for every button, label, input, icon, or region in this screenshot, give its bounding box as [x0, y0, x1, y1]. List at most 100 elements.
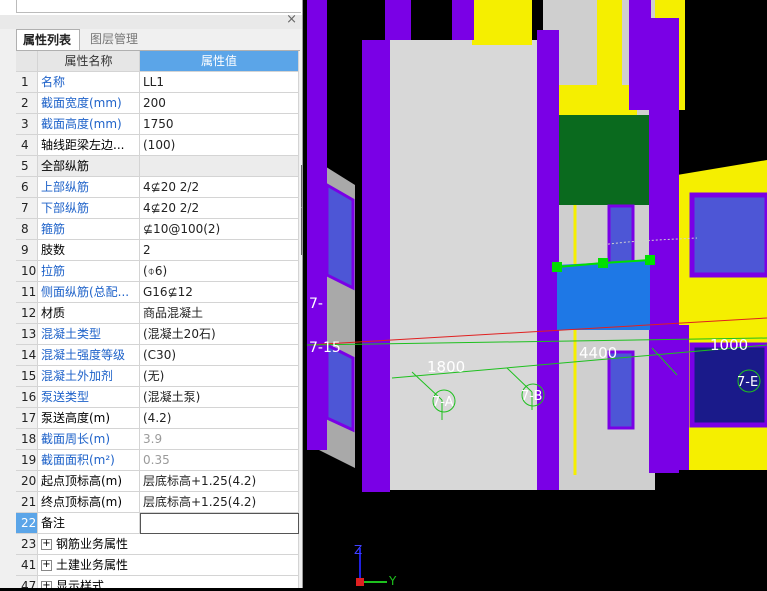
header-value[interactable]: 属性值	[140, 51, 299, 72]
row-number: 13	[16, 324, 38, 345]
property-name[interactable]: + 显示样式	[38, 576, 299, 588]
property-name[interactable]: 截面高度(mm)	[38, 114, 140, 135]
property-value[interactable]: (C30)	[140, 345, 299, 366]
row-number: 17	[16, 408, 38, 429]
property-value[interactable]: 2	[140, 240, 299, 261]
property-name[interactable]: 上部纵筋	[38, 177, 140, 198]
property-value[interactable]: (4.2)	[140, 408, 299, 429]
property-value[interactable]: 层底标高+1.25(4.2)	[140, 492, 299, 513]
tab-property-list[interactable]: 属性列表	[16, 29, 80, 50]
property-row[interactable]: 20 起点顶标高(m) 层底标高+1.25(4.2)	[16, 471, 299, 492]
property-row[interactable]: 1 名称 LL1	[16, 72, 299, 93]
window-right-upper	[689, 192, 767, 278]
header-name[interactable]: 属性名称	[38, 51, 140, 72]
close-icon[interactable]: ×	[286, 12, 297, 27]
property-value[interactable]: LL1	[140, 72, 299, 93]
property-row[interactable]: 13 混凝土类型 (混凝土20石)	[16, 324, 299, 345]
property-value[interactable]: 4⊈20 2/2	[140, 177, 299, 198]
property-row[interactable]: 10 拉筋 (⌽6)	[16, 261, 299, 282]
property-name[interactable]: 侧面纵筋(总配...	[38, 282, 140, 303]
property-name[interactable]: 终点顶标高(m)	[38, 492, 140, 513]
property-row[interactable]: 22 备注	[16, 513, 299, 534]
property-value[interactable]: 商品混凝土	[140, 303, 299, 324]
property-name[interactable]: 起点顶标高(m)	[38, 471, 140, 492]
property-value[interactable]: 200	[140, 93, 299, 114]
property-row[interactable]: 21 终点顶标高(m) 层底标高+1.25(4.2)	[16, 492, 299, 513]
property-value[interactable]: ⊈10@100(2)	[140, 219, 299, 240]
property-value[interactable]: (混凝土泵)	[140, 387, 299, 408]
property-name[interactable]: 混凝土外加剂	[38, 366, 140, 387]
property-value[interactable]: 3.9	[140, 429, 299, 450]
column-top-1	[385, 0, 411, 40]
panel-splitter[interactable]: ◀	[301, 165, 302, 255]
property-name[interactable]: 肢数	[38, 240, 140, 261]
property-name[interactable]: 截面周长(m)	[38, 429, 140, 450]
property-value[interactable]: (混凝土20石)	[140, 324, 299, 345]
property-value[interactable]	[140, 156, 299, 177]
property-name[interactable]: 轴线距梁左边...	[38, 135, 140, 156]
viewport-canvas[interactable]: 1800 4400 1000 7- 7-15 7-A 7-B 7-E Z Y	[306, 0, 767, 588]
property-name[interactable]: 材质	[38, 303, 140, 324]
collapse-arrow-icon[interactable]: ◀	[301, 203, 302, 213]
property-value[interactable]: 4⊈20 2/2	[140, 198, 299, 219]
property-row[interactable]: 17 泵送高度(m) (4.2)	[16, 408, 299, 429]
property-row[interactable]: 23 + 钢筋业务属性	[16, 534, 299, 555]
property-row[interactable]: 19 截面面积(m²) 0.35	[16, 450, 299, 471]
property-value[interactable]: 层底标高+1.25(4.2)	[140, 471, 299, 492]
property-row[interactable]: 18 截面周长(m) 3.9	[16, 429, 299, 450]
expand-plus-icon[interactable]: +	[41, 539, 52, 550]
panel-top-strip	[0, 0, 302, 16]
header-corner	[16, 51, 38, 72]
selected-beam[interactable]	[557, 260, 650, 330]
expand-plus-icon[interactable]: +	[41, 560, 52, 571]
property-row[interactable]: 47 + 显示样式	[16, 576, 299, 588]
property-row[interactable]: 5 全部纵筋	[16, 156, 299, 177]
grip-handle-start[interactable]	[552, 262, 562, 272]
property-name[interactable]: 备注	[38, 513, 140, 534]
property-row[interactable]: 3 截面高度(mm) 1750	[16, 114, 299, 135]
column-2	[362, 40, 390, 492]
grip-handle-mid[interactable]	[598, 258, 608, 268]
property-value[interactable]: (100)	[140, 135, 299, 156]
property-row[interactable]: 6 上部纵筋 4⊈20 2/2	[16, 177, 299, 198]
property-row[interactable]: 9 肢数 2	[16, 240, 299, 261]
property-name[interactable]: 拉筋	[38, 261, 140, 282]
property-name[interactable]: + 钢筋业务属性	[38, 534, 299, 555]
property-value[interactable]: (⌽6)	[140, 261, 299, 282]
row-number: 18	[16, 429, 38, 450]
property-name[interactable]: 混凝土类型	[38, 324, 140, 345]
3d-viewport[interactable]: 1800 4400 1000 7- 7-15 7-A 7-B 7-E Z Y	[306, 0, 767, 588]
tab-layer-management[interactable]: 图层管理	[84, 29, 148, 50]
property-row[interactable]: 14 混凝土强度等级 (C30)	[16, 345, 299, 366]
property-row[interactable]: 2 截面宽度(mm) 200	[16, 93, 299, 114]
property-row[interactable]: 8 箍筋 ⊈10@100(2)	[16, 219, 299, 240]
property-name[interactable]: 截面面积(m²)	[38, 450, 140, 471]
property-value[interactable]: 1750	[140, 114, 299, 135]
expand-plus-icon[interactable]: +	[41, 581, 52, 588]
remark-input[interactable]	[140, 513, 299, 534]
property-row[interactable]: 11 侧面纵筋(总配... G16⊈12	[16, 282, 299, 303]
toolbar-strip	[16, 0, 301, 13]
property-name[interactable]: 混凝土强度等级	[38, 345, 140, 366]
property-name[interactable]: 名称	[38, 72, 140, 93]
property-name[interactable]: 箍筋	[38, 219, 140, 240]
grip-handle-end[interactable]	[645, 255, 655, 265]
column-top-3	[629, 0, 651, 110]
property-row[interactable]: 4 轴线距梁左边... (100)	[16, 135, 299, 156]
property-name[interactable]: + 土建业务属性	[38, 555, 299, 576]
property-value[interactable]: 0.35	[140, 450, 299, 471]
property-value[interactable]: G16⊈12	[140, 282, 299, 303]
property-name[interactable]: 全部纵筋	[38, 156, 140, 177]
property-row[interactable]: 16 泵送类型 (混凝土泵)	[16, 387, 299, 408]
property-row[interactable]: 12 材质 商品混凝土	[16, 303, 299, 324]
column-4	[649, 18, 679, 473]
property-row[interactable]: 41 + 土建业务属性	[16, 555, 299, 576]
property-row[interactable]: 15 混凝土外加剂 (无)	[16, 366, 299, 387]
property-name[interactable]: 泵送高度(m)	[38, 408, 140, 429]
property-name[interactable]: 泵送类型	[38, 387, 140, 408]
property-value[interactable]: (无)	[140, 366, 299, 387]
property-name[interactable]: 下部纵筋	[38, 198, 140, 219]
row-number: 2	[16, 93, 38, 114]
property-name[interactable]: 截面宽度(mm)	[38, 93, 140, 114]
property-row[interactable]: 7 下部纵筋 4⊈20 2/2	[16, 198, 299, 219]
